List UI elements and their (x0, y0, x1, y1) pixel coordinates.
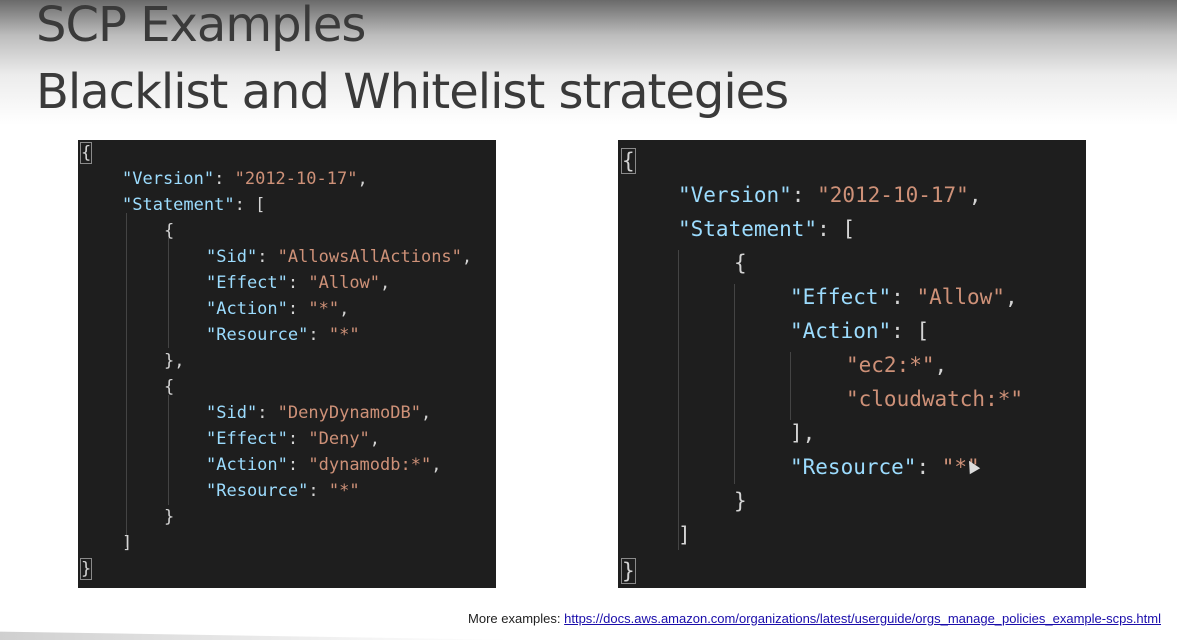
code-line: "Action": [ (790, 319, 930, 343)
code-line: { (79, 140, 93, 166)
code-line: { (164, 377, 175, 397)
code-line: "Version": "2012-10-17", (678, 183, 982, 207)
close-brace: } (79, 558, 93, 580)
open-brace: { (621, 148, 636, 174)
code-line: { (734, 251, 747, 275)
code-line: } (621, 554, 636, 588)
indent-guide (734, 284, 735, 484)
code-line: ] (122, 533, 133, 553)
close-brace: } (621, 558, 636, 584)
code-line: "ec2:*", (846, 353, 948, 377)
code-line: "Resource": "*" (790, 455, 980, 479)
slide-title: SCP Examples (36, 0, 366, 53)
code-line: "Effect": "Allow", (206, 273, 391, 293)
code-line: "Resource": "*" (206, 325, 360, 345)
indent-guide (168, 238, 169, 348)
code-line: } (79, 556, 93, 582)
code-line: "Statement": [ (678, 217, 856, 241)
code-line: { (164, 221, 175, 241)
code-line: "Version": "2012-10-17", (122, 169, 368, 189)
indent-guide (790, 352, 791, 420)
slide-subtitle: Blacklist and Whitelist strategies (36, 64, 789, 120)
code-line: { (621, 144, 636, 178)
whitelist-policy-code: { "Version": "2012-10-17", "Statement": … (618, 140, 1086, 588)
code-line: "Action": "*", (206, 299, 350, 319)
code-line: "Sid": "DenyDynamoDB", (206, 403, 432, 423)
more-examples-note: More examples: https://docs.aws.amazon.c… (468, 611, 1161, 626)
indent-guide (126, 213, 127, 547)
code-line: "Resource": "*" (206, 481, 360, 501)
code-line: "Effect": "Deny", (206, 429, 381, 449)
scp-examples-link[interactable]: https://docs.aws.amazon.com/organization… (564, 611, 1161, 626)
code-line: "Effect": "Allow", (790, 285, 1018, 309)
code-line: ] (678, 523, 691, 547)
more-examples-label: More examples: (468, 611, 561, 626)
code-line: ], (790, 421, 816, 445)
code-line: }, (164, 351, 185, 371)
indent-guide (678, 250, 679, 550)
code-line: "Sid": "AllowsAllActions", (206, 247, 473, 267)
code-line: } (164, 507, 175, 527)
blacklist-policy-code: { "Version": "2012-10-17", "Statement": … (78, 140, 496, 588)
code-line: "Action": "dynamodb:*", (206, 455, 442, 475)
decorative-swoosh (0, 631, 520, 640)
code-line: "cloudwatch:*" (846, 387, 1024, 411)
indent-guide (168, 395, 169, 505)
code-line: "Statement": [ (122, 195, 266, 215)
open-brace: { (79, 142, 93, 164)
code-line: } (734, 489, 747, 513)
